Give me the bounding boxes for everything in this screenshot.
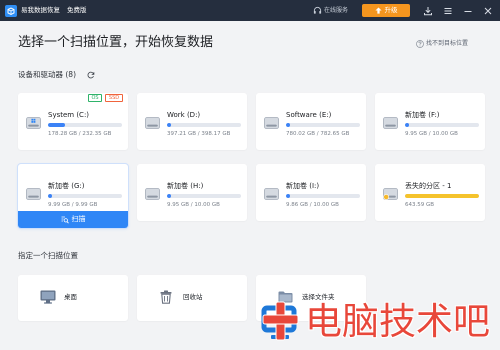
help-icon[interactable] xyxy=(416,39,424,48)
drive-size: 643.59 GB xyxy=(405,202,435,208)
upgrade-button[interactable]: 升级 xyxy=(362,4,410,17)
drive-usage-bar xyxy=(167,194,241,198)
drive-name: 新加卷 (I:) xyxy=(286,182,320,190)
drive-size: 9.86 GB / 10.00 GB xyxy=(286,202,339,208)
os-tag: OS xyxy=(88,94,102,102)
drive-icon xyxy=(145,188,160,200)
scan-label: 扫描 xyxy=(71,215,86,223)
drive-usage-bar xyxy=(286,194,360,198)
online-service-link[interactable]: 在线服务 xyxy=(324,5,348,16)
drive-usage-bar xyxy=(405,194,479,198)
drive-name: Work (D:) xyxy=(167,111,201,119)
monitor-icon xyxy=(40,290,56,304)
minimize-icon[interactable] xyxy=(463,6,473,16)
location-label: 桌面 xyxy=(64,292,77,301)
headset-icon[interactable] xyxy=(313,6,322,15)
drive-name: 新加卷 (F:) xyxy=(405,111,440,119)
recycle-bin-icon xyxy=(160,290,172,304)
drive-usage-bar xyxy=(167,123,241,127)
devices-heading: 设备和驱动器 (8) xyxy=(18,70,77,79)
scan-button[interactable]: 扫描 xyxy=(18,211,128,228)
location-recycle-bin[interactable]: 回收站 xyxy=(137,275,247,321)
menu-icon[interactable] xyxy=(443,6,453,16)
drive-card-i[interactable]: 新加卷 (I:) 9.86 GB / 10.00 GB xyxy=(256,164,366,221)
drive-usage-fill xyxy=(286,194,290,198)
location-desktop[interactable]: 桌面 xyxy=(18,275,128,321)
drive-usage-fill xyxy=(48,194,52,198)
ssd-tag: SSD xyxy=(105,94,123,102)
drive-usage-bar xyxy=(286,123,360,127)
drive-name: System (C:) xyxy=(48,111,90,119)
drive-size: 9.95 GB / 10.00 GB xyxy=(405,131,458,137)
drive-size: 397.21 GB / 398.17 GB xyxy=(167,131,231,137)
drive-icon xyxy=(383,117,398,129)
upgrade-label: 升级 xyxy=(384,6,398,14)
drive-icon xyxy=(26,188,41,200)
drive-size: 780.02 GB / 782.65 GB xyxy=(286,131,350,137)
drive-icon xyxy=(264,117,279,129)
watermark-logo-icon xyxy=(261,301,299,341)
scan-icon xyxy=(61,216,69,224)
windows-drive-icon xyxy=(26,117,41,129)
drive-card-lost-partition[interactable]: 丢失的分区 - 1 643.59 GB xyxy=(375,164,485,221)
edition-label: 免费版 xyxy=(67,6,87,14)
drive-icon xyxy=(145,117,160,129)
drive-usage-fill xyxy=(405,194,479,198)
cannot-find-location-link[interactable]: 找不到目标位置 xyxy=(426,39,468,48)
watermark: 电脑技术吧 xyxy=(258,298,498,348)
drive-usage-bar xyxy=(405,123,479,127)
close-icon[interactable] xyxy=(483,6,493,16)
download-icon[interactable] xyxy=(423,6,433,16)
page-title: 选择一个扫描位置，开始恢复数据 xyxy=(18,35,214,50)
drive-usage-bar xyxy=(48,194,122,198)
drive-icon xyxy=(264,188,279,200)
drive-usage-fill xyxy=(167,194,171,198)
drive-size: 9.99 GB / 9.99 GB xyxy=(48,202,98,208)
watermark-text: 电脑技术吧 xyxy=(305,300,490,343)
app-name: 易我数据恢复 xyxy=(21,6,60,14)
drive-card-c[interactable]: System (C:) OS SSD 178.28 GB / 232.35 GB xyxy=(18,93,128,150)
title-bar: 易我数据恢复 免费版 在线服务 升级 xyxy=(0,0,500,21)
drive-card-h[interactable]: 新加卷 (H:) 9.95 GB / 10.00 GB xyxy=(137,164,247,221)
drive-size: 178.28 GB / 232.35 GB xyxy=(48,131,112,137)
drive-usage-bar xyxy=(48,123,122,127)
drive-name: 新加卷 (H:) xyxy=(167,182,204,190)
refresh-icon[interactable] xyxy=(87,71,95,79)
drive-size: 9.95 GB / 10.00 GB xyxy=(167,202,220,208)
upgrade-icon xyxy=(374,7,382,14)
lost-partition-icon xyxy=(383,188,398,200)
drive-usage-fill xyxy=(286,123,290,127)
drive-usage-fill xyxy=(405,123,409,127)
drive-card-d[interactable]: Work (D:) 397.21 GB / 398.17 GB xyxy=(137,93,247,150)
drive-usage-fill xyxy=(48,123,66,127)
drive-name: Software (E:) xyxy=(286,111,332,119)
locations-heading: 指定一个扫描位置 xyxy=(18,251,78,260)
drive-card-g[interactable]: 新加卷 (G:) 9.99 GB / 9.99 GB 扫描 xyxy=(18,164,128,228)
location-label: 回收站 xyxy=(183,292,203,301)
app-logo-icon xyxy=(5,4,17,17)
drive-name: 新加卷 (G:) xyxy=(48,182,85,190)
drive-usage-fill xyxy=(167,123,171,127)
drive-name: 丢失的分区 - 1 xyxy=(405,182,452,190)
drive-card-f[interactable]: 新加卷 (F:) 9.95 GB / 10.00 GB xyxy=(375,93,485,150)
drive-card-e[interactable]: Software (E:) 780.02 GB / 782.65 GB xyxy=(256,93,366,150)
